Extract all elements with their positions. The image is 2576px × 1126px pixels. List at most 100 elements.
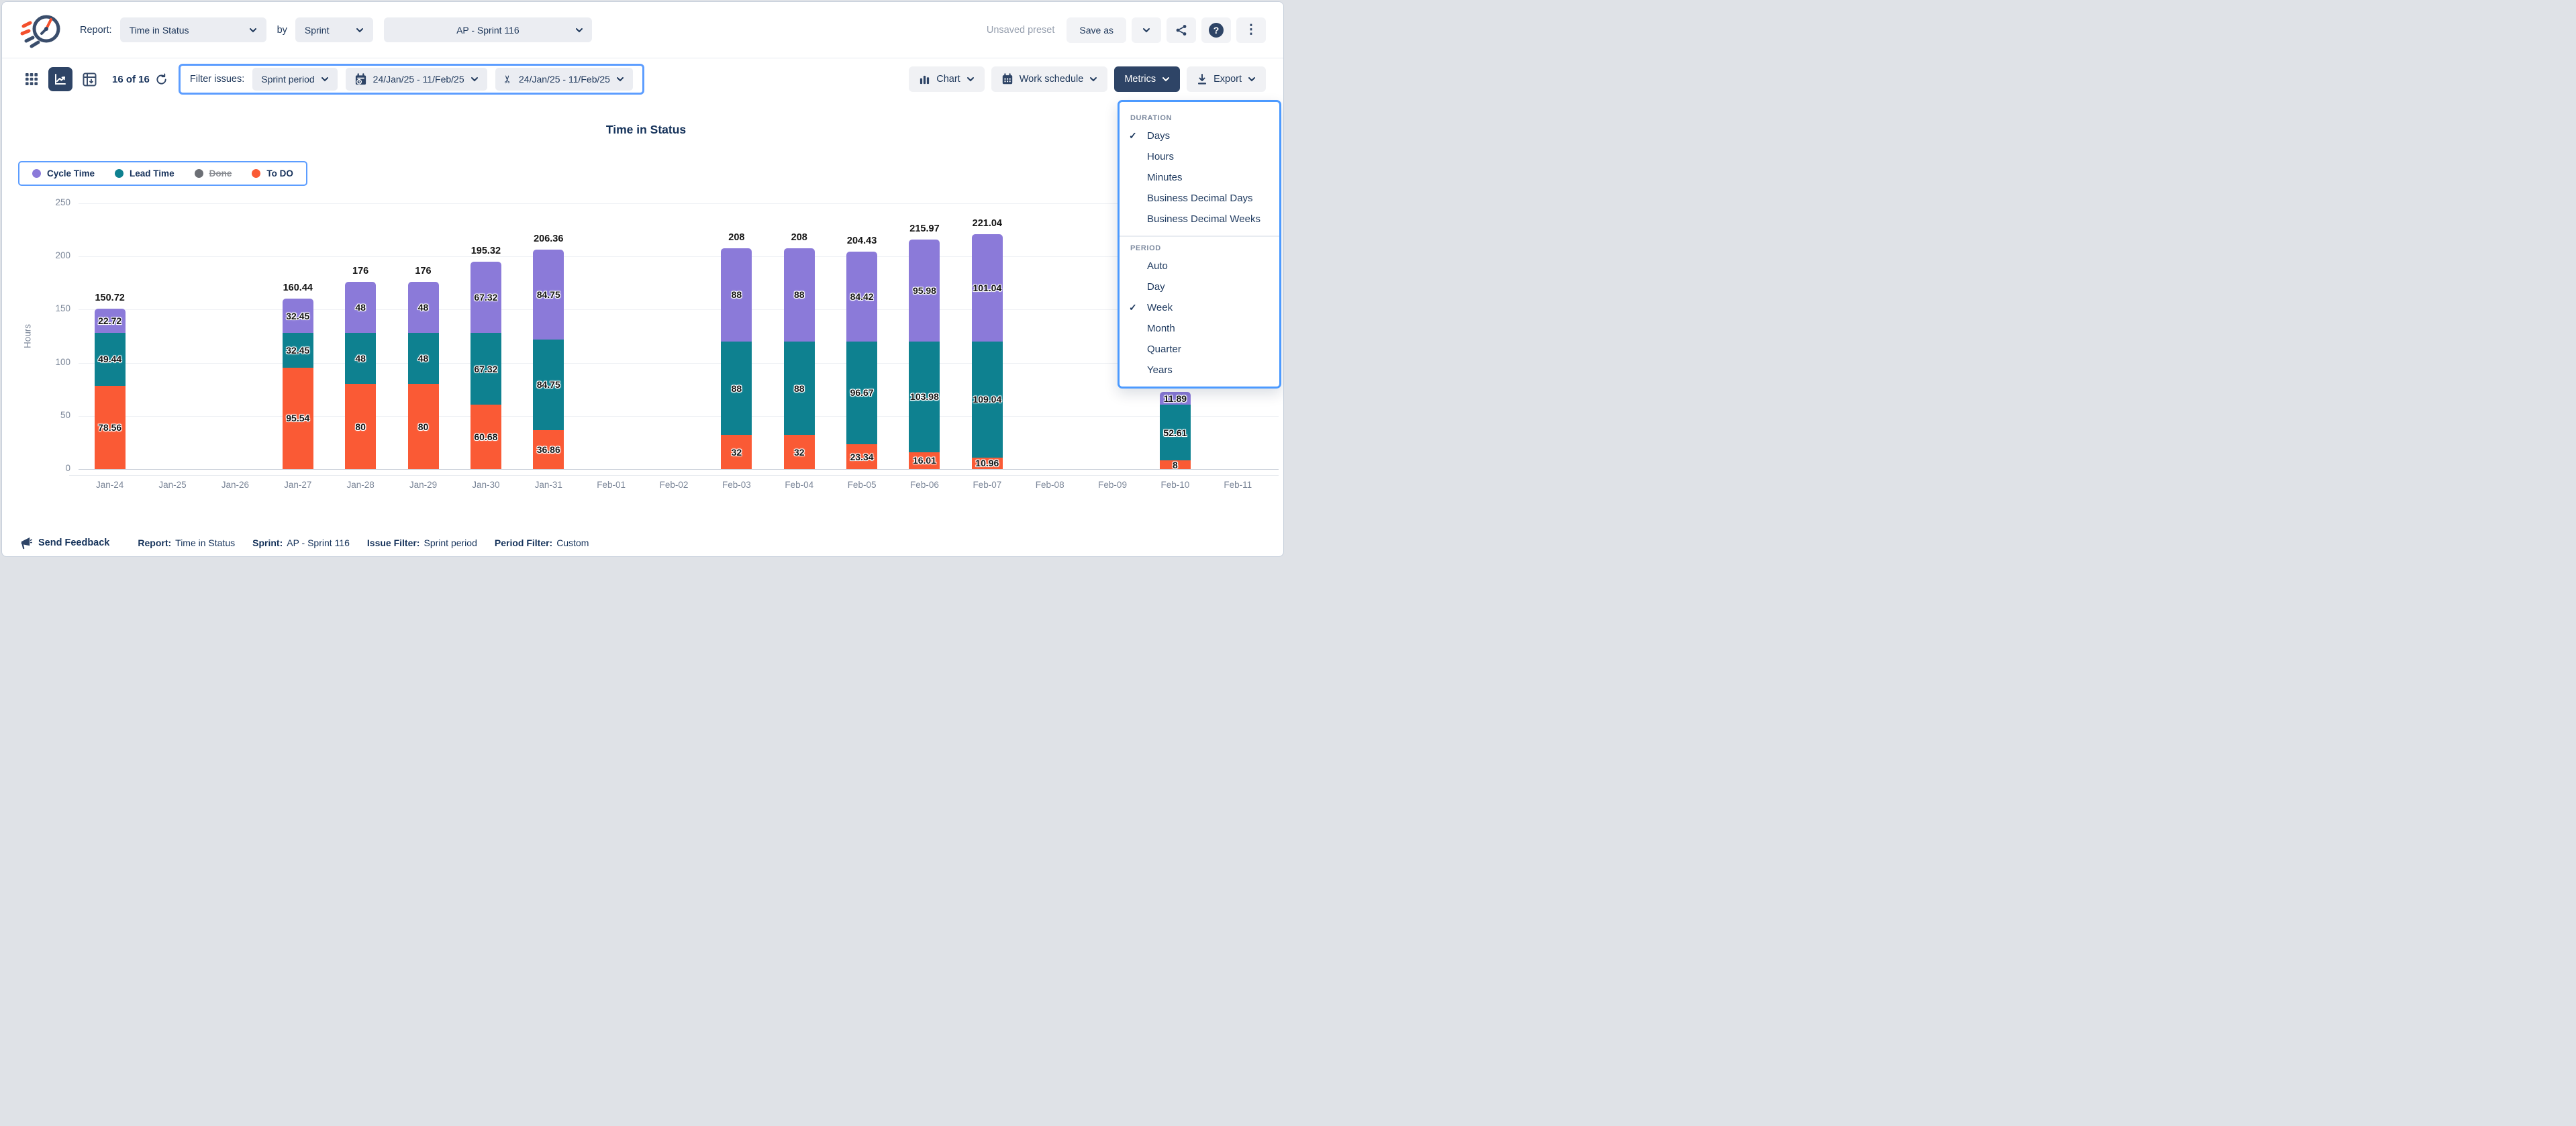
- export-button[interactable]: Export: [1187, 66, 1266, 92]
- stacked-bar-feb-04[interactable]: 888832: [784, 248, 815, 469]
- metrics-button[interactable]: Metrics: [1114, 66, 1180, 92]
- bar-segment-lead-time[interactable]: 48: [408, 333, 439, 384]
- bar-segment-to-do[interactable]: 36.86: [533, 430, 564, 469]
- bar-segment-lead-time[interactable]: 88: [784, 342, 815, 435]
- bar-segment-to-do[interactable]: 16.01: [909, 452, 940, 469]
- bar-segment-to-do[interactable]: 32: [784, 435, 815, 469]
- bar-segment-cycle-time[interactable]: 67.32: [470, 262, 501, 334]
- x-tick-label: Feb-06: [893, 480, 956, 490]
- sprint-period-date-select[interactable]: 24/Jan/25 - 11/Feb/25: [346, 68, 487, 91]
- trim-period-date-select[interactable]: ✂ 24/Jan/25 - 11/Feb/25: [495, 68, 633, 91]
- bar-segment-cycle-time[interactable]: 88: [721, 248, 752, 342]
- bar-segment-cycle-time[interactable]: 22.72: [95, 309, 126, 333]
- bar-segment-cycle-time[interactable]: 101.04: [972, 234, 1003, 342]
- bar-segment-cycle-time[interactable]: 95.98: [909, 240, 940, 342]
- x-tick-label: Feb-11: [1207, 480, 1269, 490]
- bar-segment-lead-time[interactable]: 84.75: [533, 340, 564, 429]
- menu-item-hours[interactable]: Hours: [1120, 146, 1279, 167]
- bar-segment-cycle-time[interactable]: 11.89: [1160, 392, 1191, 405]
- bar-segment-lead-time[interactable]: 32.45: [283, 333, 313, 367]
- report-select[interactable]: Time in Status: [120, 17, 266, 42]
- group-by-select[interactable]: Sprint: [295, 17, 373, 42]
- bar-segment-to-do[interactable]: 60.68: [470, 405, 501, 469]
- bar-segment-to-do[interactable]: 8: [1160, 460, 1191, 469]
- bar-segment-to-do[interactable]: 10.96: [972, 458, 1003, 469]
- legend-item-done[interactable]: Done: [195, 168, 232, 178]
- legend-item-cycle-time[interactable]: Cycle Time: [32, 168, 95, 178]
- legend-item-to-do[interactable]: To DO: [252, 168, 293, 178]
- stacked-bar-jan-27[interactable]: 32.4532.4595.54: [283, 299, 313, 469]
- menu-item-years[interactable]: Years: [1120, 360, 1279, 380]
- legend-label: To DO: [266, 168, 293, 178]
- sprint-period-dates-value: 24/Jan/25 - 11/Feb/25: [373, 74, 464, 85]
- stacked-bar-jan-30[interactable]: 67.3267.3260.68: [470, 262, 501, 469]
- footer-meta-item: Period Filter:Custom: [495, 538, 589, 548]
- bar-segment-lead-time[interactable]: 109.04: [972, 342, 1003, 458]
- bar-total-label: 204.43: [815, 236, 909, 246]
- bar-segment-cycle-time[interactable]: 48: [345, 282, 376, 333]
- menu-item-quarter[interactable]: Quarter: [1120, 339, 1279, 360]
- menu-item-minutes[interactable]: Minutes: [1120, 167, 1279, 188]
- by-label: by: [277, 25, 287, 36]
- stacked-bar-jan-28[interactable]: 484880: [345, 282, 376, 469]
- stacked-bar-feb-07[interactable]: 101.04109.0410.96: [972, 234, 1003, 469]
- menu-item-label: Years: [1147, 364, 1173, 376]
- view-chart-button-selected[interactable]: [48, 67, 72, 91]
- menu-item-week[interactable]: ✓Week: [1120, 297, 1279, 318]
- stacked-bar-feb-10[interactable]: 11.8952.618: [1160, 392, 1191, 469]
- preset-status: Unsaved preset: [987, 25, 1055, 36]
- sprint-select[interactable]: AP - Sprint 116: [384, 17, 592, 42]
- stacked-bar-jan-31[interactable]: 84.7584.7536.86: [533, 250, 564, 469]
- view-grid-button[interactable]: [19, 67, 44, 91]
- more-options-button[interactable]: ⋮: [1236, 17, 1266, 43]
- bar-segment-cycle-time[interactable]: 32.45: [283, 299, 313, 333]
- x-tick-label: Feb-05: [830, 480, 893, 490]
- menu-item-month[interactable]: Month: [1120, 318, 1279, 339]
- stacked-bar-jan-24[interactable]: 22.7249.4478.56: [95, 309, 126, 469]
- bar-segment-to-do[interactable]: 78.56: [95, 386, 126, 469]
- refresh-button[interactable]: [155, 73, 168, 86]
- bar-segment-lead-time[interactable]: 52.61: [1160, 405, 1191, 460]
- x-tick-label: Feb-08: [1019, 480, 1081, 490]
- issue-filter-select[interactable]: Sprint period: [252, 68, 337, 91]
- share-button[interactable]: [1167, 17, 1196, 43]
- bar-segment-cycle-time[interactable]: 88: [784, 248, 815, 342]
- y-tick-label: 0: [37, 463, 70, 473]
- help-button[interactable]: ?: [1201, 17, 1231, 43]
- x-tick-label: Jan-29: [392, 480, 454, 490]
- calendar-icon: [1001, 73, 1013, 85]
- share-icon: [1175, 23, 1188, 37]
- bar-segment-to-do[interactable]: 23.34: [846, 444, 877, 469]
- stacked-bar-feb-03[interactable]: 888832: [721, 248, 752, 469]
- bar-segment-cycle-time[interactable]: 84.42: [846, 252, 877, 342]
- bar-segment-cycle-time[interactable]: 84.75: [533, 250, 564, 340]
- save-as-caret-button[interactable]: [1132, 17, 1161, 43]
- view-pivot-button[interactable]: [77, 67, 101, 91]
- issue-filter-value: Sprint period: [261, 74, 314, 85]
- menu-item-day[interactable]: Day: [1120, 276, 1279, 297]
- bar-segment-to-do[interactable]: 95.54: [283, 368, 313, 469]
- chart-type-button[interactable]: Chart: [909, 66, 984, 92]
- menu-item-days[interactable]: ✓Days: [1120, 125, 1279, 146]
- bar-segment-lead-time[interactable]: 96.67: [846, 342, 877, 444]
- menu-item-business-decimal-weeks[interactable]: Business Decimal Weeks: [1120, 209, 1279, 229]
- stacked-bar-feb-05[interactable]: 84.4296.6723.34: [846, 252, 877, 469]
- bar-segment-to-do[interactable]: 80: [408, 384, 439, 469]
- chart-button-label: Chart: [936, 74, 960, 85]
- send-feedback-button[interactable]: Send Feedback: [19, 536, 109, 550]
- bar-segment-lead-time[interactable]: 49.44: [95, 333, 126, 385]
- bar-segment-lead-time[interactable]: 103.98: [909, 342, 940, 452]
- work-schedule-button[interactable]: Work schedule: [991, 66, 1108, 92]
- bar-segment-lead-time[interactable]: 48: [345, 333, 376, 384]
- stacked-bar-feb-06[interactable]: 95.98103.9816.01: [909, 240, 940, 469]
- bar-segment-lead-time[interactable]: 67.32: [470, 333, 501, 405]
- legend-item-lead-time[interactable]: Lead Time: [115, 168, 175, 178]
- save-as-button[interactable]: Save as: [1067, 17, 1126, 43]
- bar-segment-lead-time[interactable]: 88: [721, 342, 752, 435]
- bar-segment-cycle-time[interactable]: 48: [408, 282, 439, 333]
- stacked-bar-jan-29[interactable]: 484880: [408, 282, 439, 469]
- menu-item-auto[interactable]: Auto: [1120, 256, 1279, 276]
- bar-segment-to-do[interactable]: 32: [721, 435, 752, 469]
- bar-segment-to-do[interactable]: 80: [345, 384, 376, 469]
- menu-item-business-decimal-days[interactable]: Business Decimal Days: [1120, 188, 1279, 209]
